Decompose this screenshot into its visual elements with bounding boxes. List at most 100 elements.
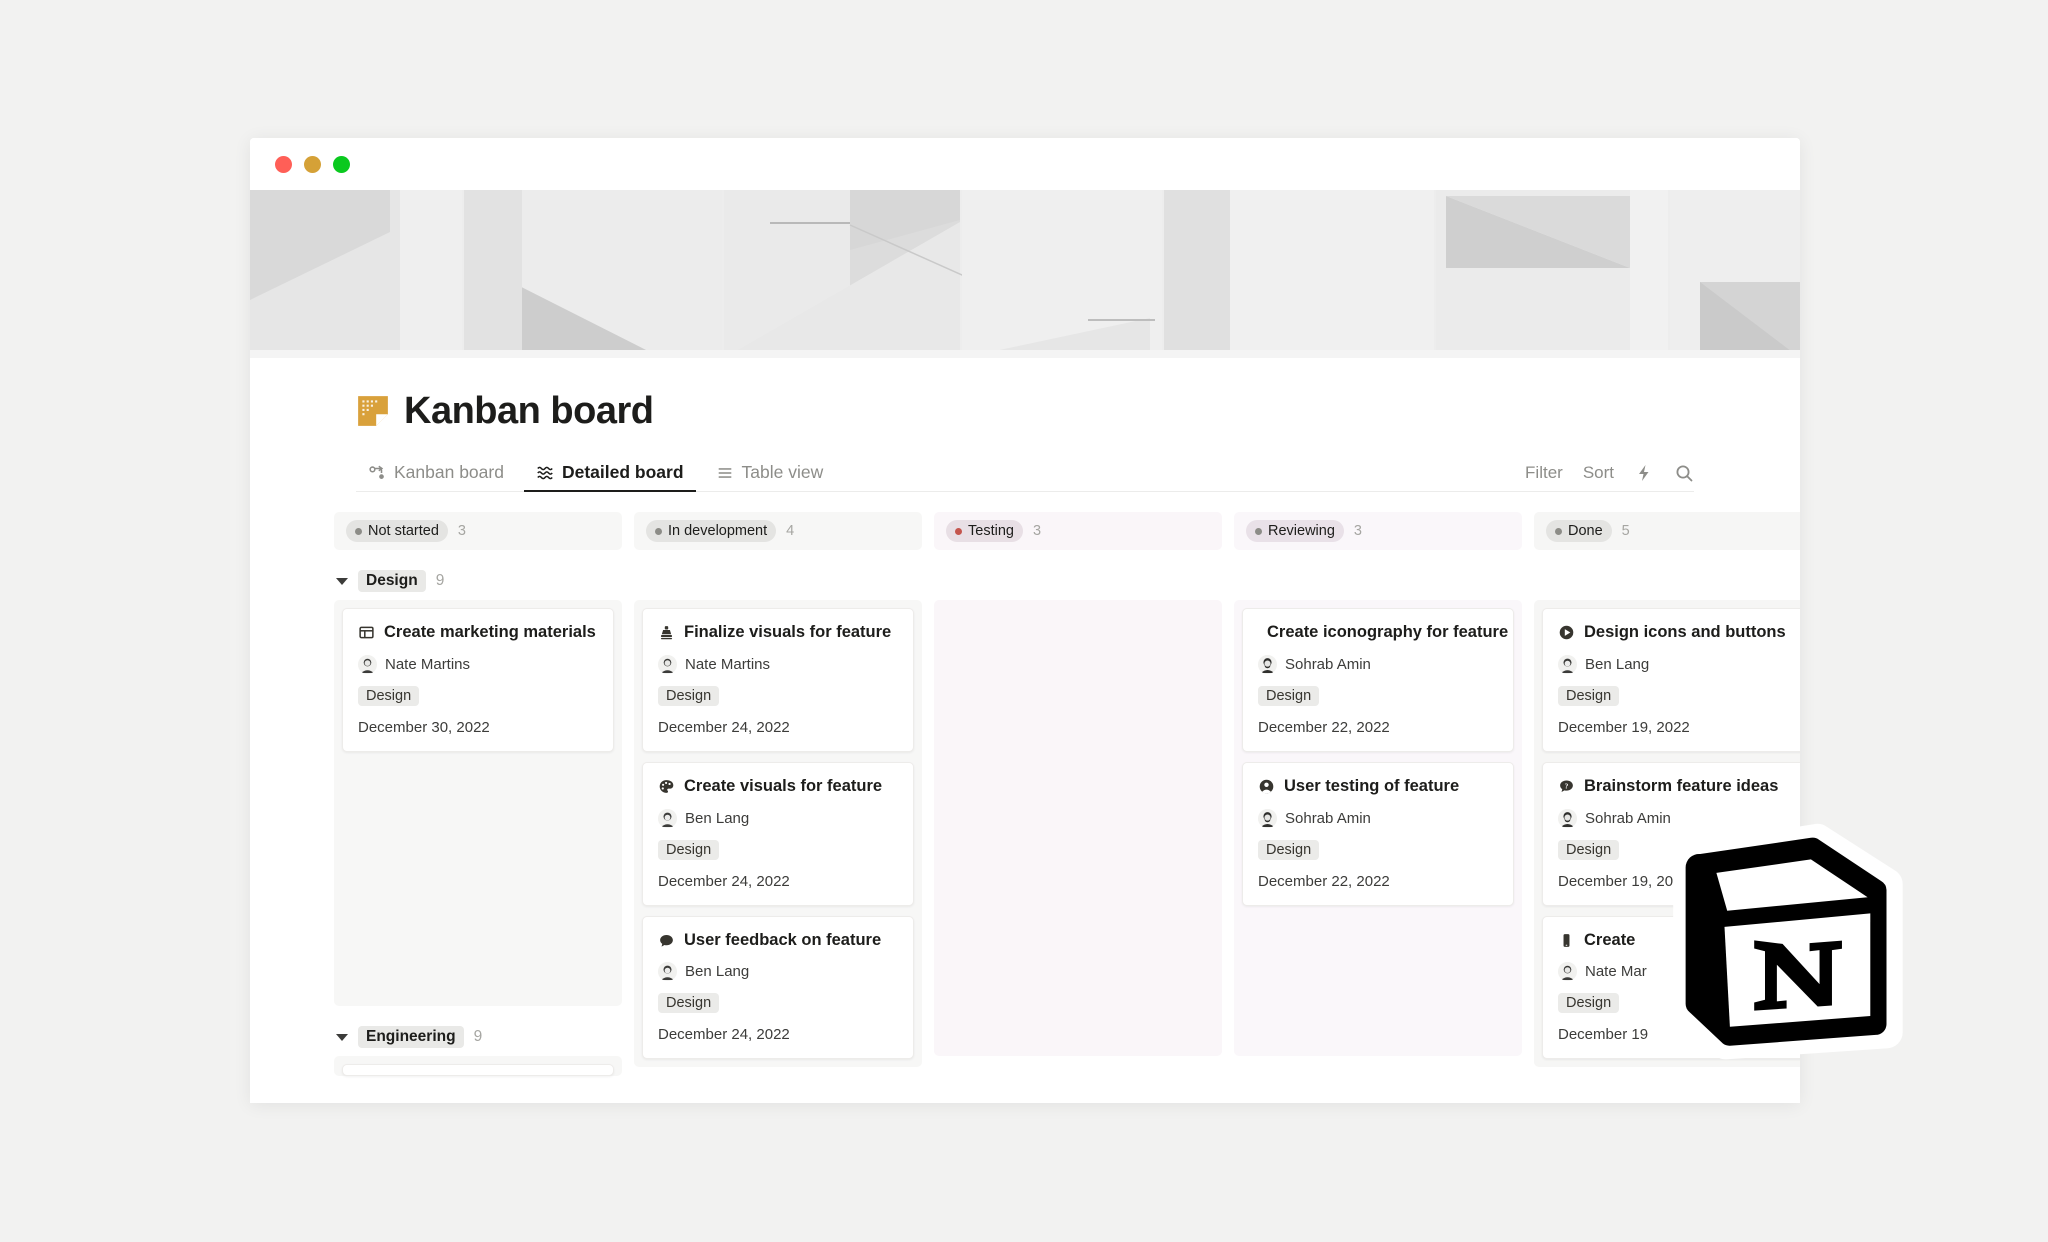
app-window: Kanban board Kanban board Detailed board… — [250, 138, 1800, 1103]
card-date: December 30, 2022 — [358, 718, 490, 736]
avatar — [658, 654, 677, 674]
card-title: Create iconography for feature — [1267, 623, 1509, 641]
maximize-button[interactable] — [333, 155, 350, 173]
column-body — [934, 600, 1222, 1056]
card-date: December 22, 2022 — [1258, 718, 1390, 736]
avatar — [358, 654, 377, 674]
card-title-row: User testing of feature — [1258, 777, 1498, 797]
group-label: Engineering — [358, 1026, 464, 1048]
status-badge: Done — [1546, 520, 1612, 542]
board-card[interactable]: ? Brainstorm feature ideas Sohrab Amin D… — [1542, 761, 1800, 906]
card-list: Create marketing materials Nate Martins … — [342, 608, 614, 752]
filter-button[interactable]: Filter — [1525, 463, 1563, 483]
card-title-row: Create — [1558, 931, 1798, 951]
card-list: Design icons and buttons Ben Lang Design — [1542, 608, 1800, 1060]
tab-label: Kanban board — [394, 462, 504, 482]
kanban-board: Not started 3 Design 9 Create marketing … — [250, 492, 1800, 1103]
detailed-board-icon — [537, 466, 553, 479]
group-header-design[interactable]: Design 9 — [334, 564, 622, 598]
card-tag: Design — [1258, 839, 1320, 860]
card-tag: Design — [1558, 839, 1620, 860]
board-card[interactable]: Design icons and buttons Ben Lang Design — [1542, 608, 1800, 752]
status-dot — [1555, 527, 1562, 535]
card-assignee: Nate Mar — [1558, 962, 1798, 982]
sort-button[interactable]: Sort — [1583, 463, 1614, 483]
assignee-name: Ben Lang — [1585, 655, 1650, 673]
status-dot — [955, 527, 962, 535]
assignee-name: Sohrab Amin — [1585, 809, 1671, 827]
tab-detailed-board[interactable]: Detailed board — [523, 462, 696, 492]
window-icon — [359, 627, 374, 639]
card-title: Create marketing materials — [384, 623, 596, 641]
chevron-down-icon[interactable] — [336, 577, 348, 585]
cover-architecture-photo — [250, 190, 1800, 358]
page-content: Kanban board Kanban board Detailed board… — [250, 358, 1800, 1103]
avatar — [1258, 654, 1277, 674]
question-bubble-icon: ? — [1560, 780, 1573, 793]
assignee-name: Nate Mar — [1585, 963, 1647, 981]
status-badge: Reviewing — [1246, 520, 1344, 542]
column-header[interactable]: Testing 3 — [934, 512, 1222, 550]
status-dot — [1255, 527, 1262, 535]
close-button[interactable] — [275, 155, 292, 173]
avatar — [658, 808, 677, 828]
window-titlebar — [250, 138, 1800, 190]
status-dot — [355, 527, 362, 535]
column-count: 3 — [457, 523, 466, 539]
status-dot — [655, 527, 662, 535]
board-card[interactable]: User testing of feature Sohrab Amin Desi… — [1242, 761, 1514, 906]
status-label: In development — [668, 523, 768, 539]
card-assignee: Ben Lang — [658, 962, 898, 982]
card-title: Finalize visuals for feature — [684, 623, 892, 641]
card-title-row: Create visuals for feature — [658, 777, 898, 797]
page-title: Kanban board — [404, 390, 654, 432]
column-body: Finalize visuals for feature Nate Martin… — [634, 600, 922, 1068]
card-assignee: Sohrab Amin — [1558, 808, 1798, 828]
card-tag: Design — [358, 685, 420, 706]
column-header[interactable]: In development 4 — [634, 512, 922, 550]
avatar — [1258, 808, 1277, 828]
column-count: 4 — [786, 523, 795, 539]
board-column-not-started: Not started 3 Design 9 Create marketing … — [334, 512, 622, 1076]
board-card[interactable]: Create Nate Mar Design December 19 — [1542, 915, 1800, 1060]
board-card[interactable]: Create visuals for feature Ben Lang Desi… — [642, 761, 914, 906]
card-title-row: Design icons and buttons — [1558, 623, 1798, 643]
column-body: Create iconography for feature Sohrab Am… — [1234, 600, 1522, 1056]
board-card[interactable] — [342, 1064, 614, 1076]
column-body-engineering — [334, 1056, 622, 1076]
board-card[interactable]: Finalize visuals for feature Nate Martin… — [642, 608, 914, 752]
status-badge: Testing — [946, 520, 1023, 542]
board-card[interactable]: Create marketing materials Nate Martins … — [342, 608, 614, 752]
card-date: December 22, 2022 — [1258, 872, 1390, 890]
tab-table-view[interactable]: Table view — [704, 462, 836, 492]
status-label: Done — [1568, 523, 1603, 539]
view-tabbar: Kanban board Detailed board Table view F… — [250, 452, 1800, 492]
board-card[interactable]: Create iconography for feature Sohrab Am… — [1242, 608, 1514, 752]
status-badge: Not started — [346, 520, 448, 542]
card-tag: Design — [1258, 685, 1320, 706]
avatar — [658, 962, 677, 982]
avatar — [1558, 962, 1577, 982]
search-icon[interactable] — [1674, 463, 1694, 483]
column-header[interactable]: Reviewing 3 — [1234, 512, 1522, 550]
card-list: Finalize visuals for feature Nate Martin… — [642, 608, 914, 1060]
card-assignee: Ben Lang — [658, 808, 898, 828]
card-assignee: Sohrab Amin — [1258, 808, 1498, 828]
kanban-icon — [369, 465, 384, 479]
column-header[interactable]: Not started 3 — [334, 512, 622, 550]
lightning-icon[interactable] — [1634, 463, 1654, 483]
group-header-engineering[interactable]: Engineering 9 — [334, 1020, 622, 1054]
board-card[interactable]: User feedback on feature Ben Lang Design — [642, 915, 914, 1060]
column-count: 3 — [1032, 523, 1042, 539]
page-title-row: Kanban board — [250, 358, 1800, 430]
card-title: Design icons and buttons — [1584, 623, 1786, 641]
tab-label: Table view — [741, 462, 824, 482]
chevron-down-icon[interactable] — [336, 1033, 348, 1041]
assignee-name: Nate Martins — [385, 655, 471, 673]
board-column-reviewing: Reviewing 3 Create iconography for featu… — [1234, 512, 1522, 1103]
card-list: Create iconography for feature Sohrab Am… — [1242, 608, 1514, 906]
column-header[interactable]: Done 5 — [1534, 512, 1800, 550]
tab-kanban-board[interactable]: Kanban board — [356, 462, 516, 492]
minimize-button[interactable] — [304, 155, 321, 173]
play-circle-icon — [1559, 626, 1574, 640]
